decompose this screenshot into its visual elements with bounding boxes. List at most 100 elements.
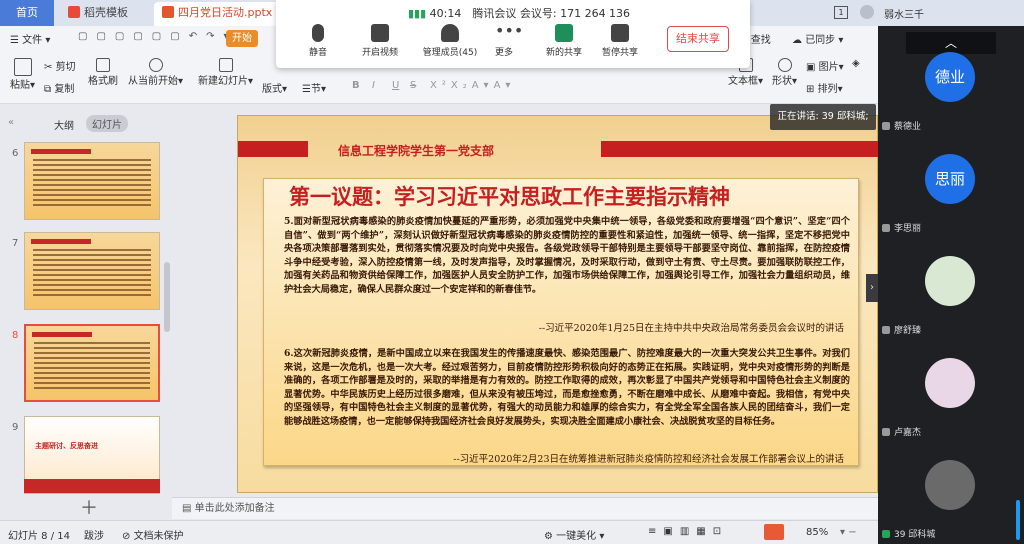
tab-start[interactable]: 开始 xyxy=(226,30,258,47)
user-name[interactable]: 弱水三千 xyxy=(884,6,924,21)
slide-number: 7 xyxy=(12,238,19,249)
tab-outline[interactable]: 大纲 xyxy=(54,117,74,132)
tab-home[interactable]: 首页 xyxy=(0,0,54,26)
participant-name-text: 卢嘉杰 xyxy=(894,428,922,438)
end-share-button[interactable]: 结束共享 xyxy=(667,26,729,52)
collapse-up-icon[interactable]: ︿ xyxy=(906,32,996,54)
mic-active-icon xyxy=(882,530,890,538)
citation-2: --习近平2020年2月23日在统筹推进新冠肺炎疫情防控和经济社会发展工作部署会… xyxy=(453,454,844,465)
citation-1: --习近平2020年1月25日在主持中共中央政治局常务委员会会议时的讲话 xyxy=(538,323,844,334)
mic-muted-icon xyxy=(882,224,890,232)
daoke-icon xyxy=(68,6,80,18)
content-box[interactable]: 第一议题：学习习近平对思政工作主要指示精神 5.面对新型冠状病毒感染的肺炎疫情加… xyxy=(263,178,859,466)
avatar: 思丽 xyxy=(925,154,975,204)
picture-button[interactable]: ▣ 图片▾ xyxy=(806,58,844,73)
paste-icon xyxy=(13,58,32,76)
pause-icon xyxy=(611,24,629,42)
play-slideshow-icon[interactable] xyxy=(764,524,784,540)
expand-arrow-icon[interactable]: › xyxy=(866,274,878,302)
window-badge[interactable]: 1 xyxy=(834,6,848,19)
mic-muted-icon xyxy=(882,326,890,334)
arrange-label: 排列 xyxy=(817,84,838,95)
slide-canvas[interactable]: 信息工程学院学生第一党支部 第一议题：学习习近平对思政工作主要指示精神 5.面对… xyxy=(237,115,879,493)
add-slide-icon[interactable]: ＋ xyxy=(80,494,98,520)
font-format-icons[interactable]: X²X₂A▾A▾ xyxy=(430,80,515,91)
new-share-button[interactable]: 新的共享 xyxy=(536,24,592,58)
slide-thumbnail-selected[interactable] xyxy=(24,324,160,402)
strikethrough-button[interactable]: S xyxy=(410,80,416,91)
file-menu[interactable]: ☰ 文件 ▾ xyxy=(10,31,50,46)
slide-thumbnail[interactable] xyxy=(24,232,160,310)
avatar-image xyxy=(925,358,975,408)
notes-area[interactable]: ▤ 单击此处添加备注 xyxy=(172,497,878,519)
slide-count: 幻灯片 8 / 14 xyxy=(8,531,70,542)
slide-thumbnail-text: 主题研讨、反思奋进 xyxy=(35,442,98,450)
microphone-icon xyxy=(312,24,324,42)
more-icon: ••• xyxy=(495,21,524,40)
document-protection-label: 文档未保护 xyxy=(133,531,184,542)
view-mode-icons[interactable]: ≡▣▥▦⊡ xyxy=(648,526,728,537)
format-painter-button[interactable]: 格式刷 xyxy=(88,58,118,87)
from-current-button[interactable]: 从当前开始▾ xyxy=(128,58,183,87)
members-button[interactable]: 管理成员(45) xyxy=(420,24,480,58)
more-button[interactable]: ••• 更多 xyxy=(476,21,532,59)
pause-share-label: 暂停共享 xyxy=(601,48,638,58)
avatar-image xyxy=(925,256,975,306)
new-slide-button[interactable]: 新建幻灯片▾ xyxy=(198,58,253,87)
participant-name: 蔡德业 xyxy=(882,119,921,132)
video-button[interactable]: 开启视频 xyxy=(352,24,408,58)
user-avatar[interactable] xyxy=(860,5,874,19)
slide-number: 9 xyxy=(12,422,19,433)
shape-label: 形状 xyxy=(772,76,792,87)
theme-name: 跋涉 xyxy=(84,531,104,542)
quick-access-icons[interactable]: ▢▢▢▢▢▢↶↷▾ xyxy=(78,31,237,42)
members-icon xyxy=(441,24,459,42)
paste-button[interactable]: 粘贴▾ xyxy=(10,58,35,91)
cut-button[interactable]: ✂ 剪切 xyxy=(44,58,76,73)
tab-document[interactable]: 四月党日活动.pptx xyxy=(154,2,290,26)
panel-scrollbar[interactable] xyxy=(164,262,170,332)
zoom-control[interactable]: ▾ − xyxy=(840,527,857,538)
italic-button[interactable]: I xyxy=(372,80,375,91)
from-current-label: 从当前开始 xyxy=(128,76,178,87)
section-button[interactable]: ☰节▾ xyxy=(302,80,326,95)
slide-thumbnail[interactable] xyxy=(24,142,160,220)
slide-title: 第一议题：学习习近平对思政工作主要指示精神 xyxy=(289,184,730,209)
participant-name: 卢嘉杰 xyxy=(882,425,921,438)
pptx-icon xyxy=(162,6,174,18)
slide-thumbnail[interactable]: 主题研讨、反思奋进 xyxy=(24,416,160,494)
sync-button[interactable]: ☁ 已同步 ▾ xyxy=(792,31,843,46)
shape-button[interactable]: 形状▾ xyxy=(772,58,797,87)
layout-button[interactable]: 版式▾ xyxy=(262,80,287,95)
mute-button[interactable]: 静音 xyxy=(290,24,346,58)
brush-icon xyxy=(96,58,110,72)
fill-button[interactable]: ◈ xyxy=(852,58,860,69)
meeting-time: 40:14 xyxy=(429,7,462,20)
tab-slides[interactable]: 幻灯片 xyxy=(86,115,128,132)
arrange-button[interactable]: ⊞ 排列▾ xyxy=(806,80,843,95)
participants-panel: ︿ 德业 蔡德业 思丽 李思丽 廖舒臻 卢嘉杰 39 邱科城 › xyxy=(866,26,1024,544)
tab-templates[interactable]: 稻壳模板 xyxy=(60,2,152,26)
beautify-button[interactable]: ⚙ 一键美化 ▾ xyxy=(544,527,604,542)
camera-off-icon xyxy=(371,24,389,42)
members-label: 管理成员(45) xyxy=(422,48,478,58)
paste-label: 粘贴 xyxy=(10,80,30,91)
signal-icon: ▮▮▮ xyxy=(408,7,427,20)
zoom-level[interactable]: 85% xyxy=(806,527,828,538)
avatar: 德业 xyxy=(925,52,975,102)
underline-button[interactable]: U xyxy=(392,80,399,91)
copy-button[interactable]: ⧉ 复制 xyxy=(44,80,74,95)
participant-name-text: 39 邱科城 xyxy=(894,530,936,540)
paragraph-1: 5.面对新型冠状病毒感染的肺炎疫情加快蔓延的严重形势，必须加强党中央集中统一领导… xyxy=(284,216,850,295)
format-painter-label: 格式刷 xyxy=(88,76,118,87)
slide-decoration-bar xyxy=(238,141,308,157)
file-menu-label: 文件 xyxy=(22,35,43,46)
collapse-icon[interactable]: « xyxy=(8,117,14,128)
slide-number: 8 xyxy=(12,330,19,341)
new-slide-label: 新建幻灯片 xyxy=(198,76,248,87)
document-protection[interactable]: ⊘ 文档未保护 xyxy=(122,527,184,542)
pause-share-button[interactable]: 暂停共享 xyxy=(592,24,648,58)
mic-muted-icon xyxy=(882,122,890,130)
bold-button[interactable]: B xyxy=(352,80,360,91)
beautify-label: 一键美化 xyxy=(556,531,597,542)
